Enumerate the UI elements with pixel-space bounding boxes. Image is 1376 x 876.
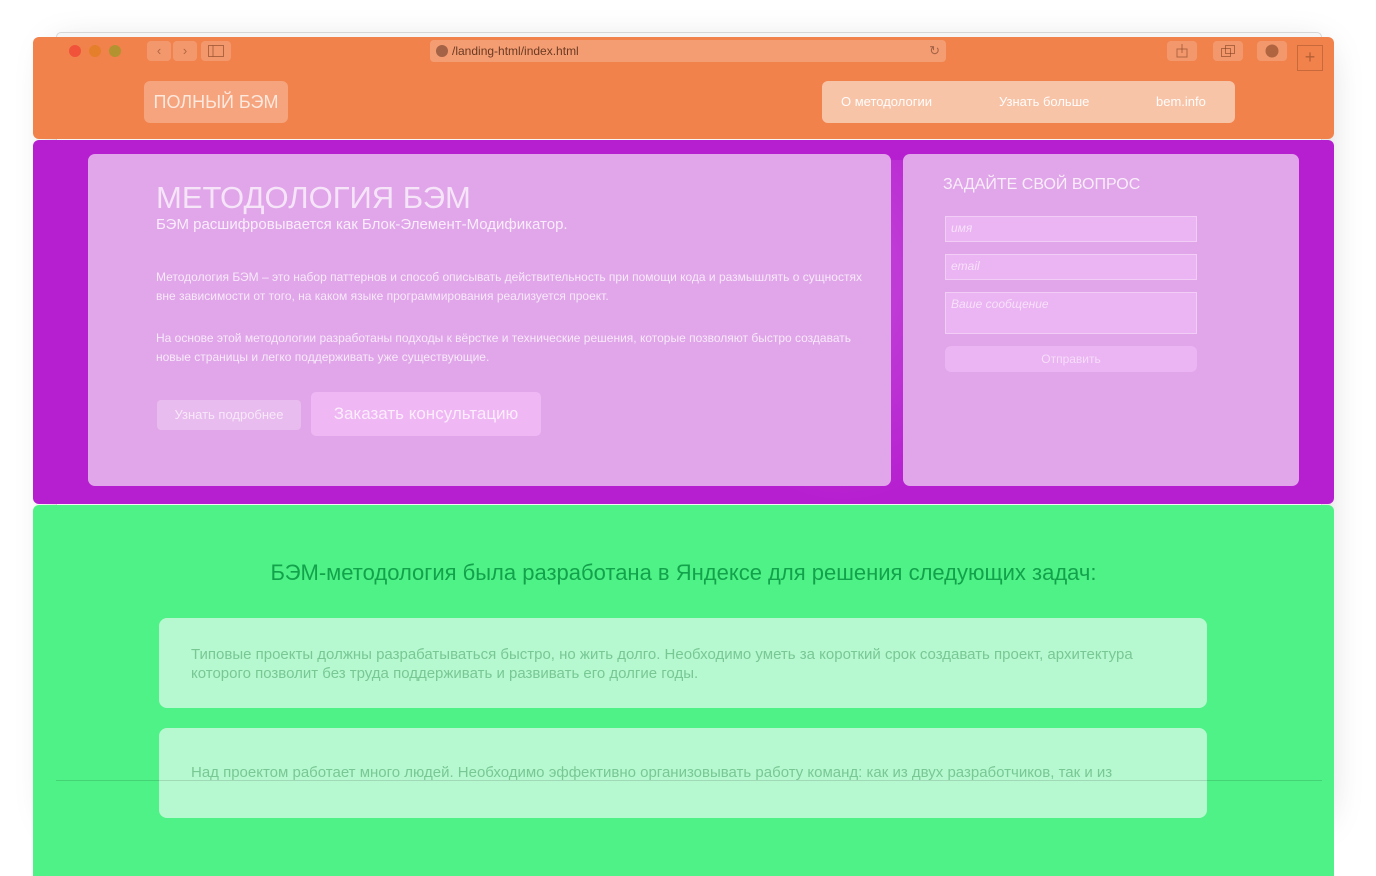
- hero-card: МЕТОДОЛОГИЯ БЭМ БЭМ расшифровывается как…: [88, 154, 891, 486]
- address-bar[interactable]: /landing-html/index.html ↻: [430, 40, 946, 62]
- question-form: ЗАДАЙТЕ СВОЙ ВОПРОС имя email Ваше сообщ…: [903, 154, 1299, 486]
- site-logo[interactable]: ПОЛНЫЙ БЭМ: [144, 81, 288, 123]
- window-bottom-edge: [56, 780, 1322, 781]
- nav-link-learn-more[interactable]: Узнать больше: [999, 81, 1089, 123]
- form-title: ЗАДАЙТЕ СВОЙ ВОПРОС: [943, 176, 1141, 193]
- address-text: /landing-html/index.html: [452, 44, 579, 58]
- reload-icon[interactable]: ↻: [929, 40, 940, 62]
- top-navigation: О методологии Узнать больше bem.info: [822, 81, 1235, 123]
- minimize-window-button[interactable]: [89, 45, 101, 57]
- submit-button[interactable]: Отправить: [945, 346, 1197, 372]
- share-icon[interactable]: [1167, 41, 1197, 61]
- forward-icon[interactable]: ›: [173, 41, 197, 61]
- nav-link-about[interactable]: О методологии: [841, 81, 932, 123]
- email-input[interactable]: email: [945, 254, 1197, 280]
- site-header: ‹ › /landing-html/index.html ↻ + ПОЛНЫЙ …: [33, 37, 1334, 139]
- sidebar-toggle-icon[interactable]: [201, 41, 231, 61]
- close-window-button[interactable]: [69, 45, 81, 57]
- globe-icon: [436, 45, 448, 57]
- name-input[interactable]: имя: [945, 216, 1197, 242]
- message-textarea[interactable]: Ваше сообщение: [945, 292, 1197, 334]
- back-icon[interactable]: ‹: [147, 41, 171, 61]
- tasks-section: БЭМ-методология была разработана в Яндек…: [33, 505, 1334, 876]
- downloads-icon[interactable]: [1257, 41, 1287, 61]
- task-card: Типовые проекты должны разрабатываться б…: [159, 618, 1207, 708]
- hero-subtitle: БЭМ расшифровывается как Блок-Элемент-Мо…: [156, 216, 568, 233]
- hero-section: МЕТОДОЛОГИЯ БЭМ БЭМ расшифровывается как…: [33, 140, 1334, 504]
- browser-toolbar: ‹ › /landing-html/index.html ↻ +: [55, 37, 1323, 71]
- learn-more-button[interactable]: Узнать подробнее: [157, 400, 301, 430]
- hero-title: МЕТОДОЛОГИЯ БЭМ: [156, 180, 471, 215]
- task-card: Над проектом работает много людей. Необх…: [159, 728, 1207, 818]
- tabs-icon[interactable]: [1213, 41, 1243, 61]
- new-tab-button[interactable]: +: [1297, 45, 1323, 71]
- hero-paragraph: Методология БЭМ – это набор паттернов и …: [156, 270, 862, 303]
- hero-paragraph: На основе этой методологии разработаны п…: [156, 331, 851, 364]
- zoom-window-button[interactable]: [109, 45, 121, 57]
- task-text: Типовые проекты должны разрабатываться б…: [191, 646, 1133, 682]
- order-consultation-button[interactable]: Заказать консультацию: [311, 392, 541, 436]
- nav-link-bem-info[interactable]: bem.info: [1156, 81, 1206, 123]
- tasks-heading: БЭМ-методология была разработана в Яндек…: [270, 560, 1097, 585]
